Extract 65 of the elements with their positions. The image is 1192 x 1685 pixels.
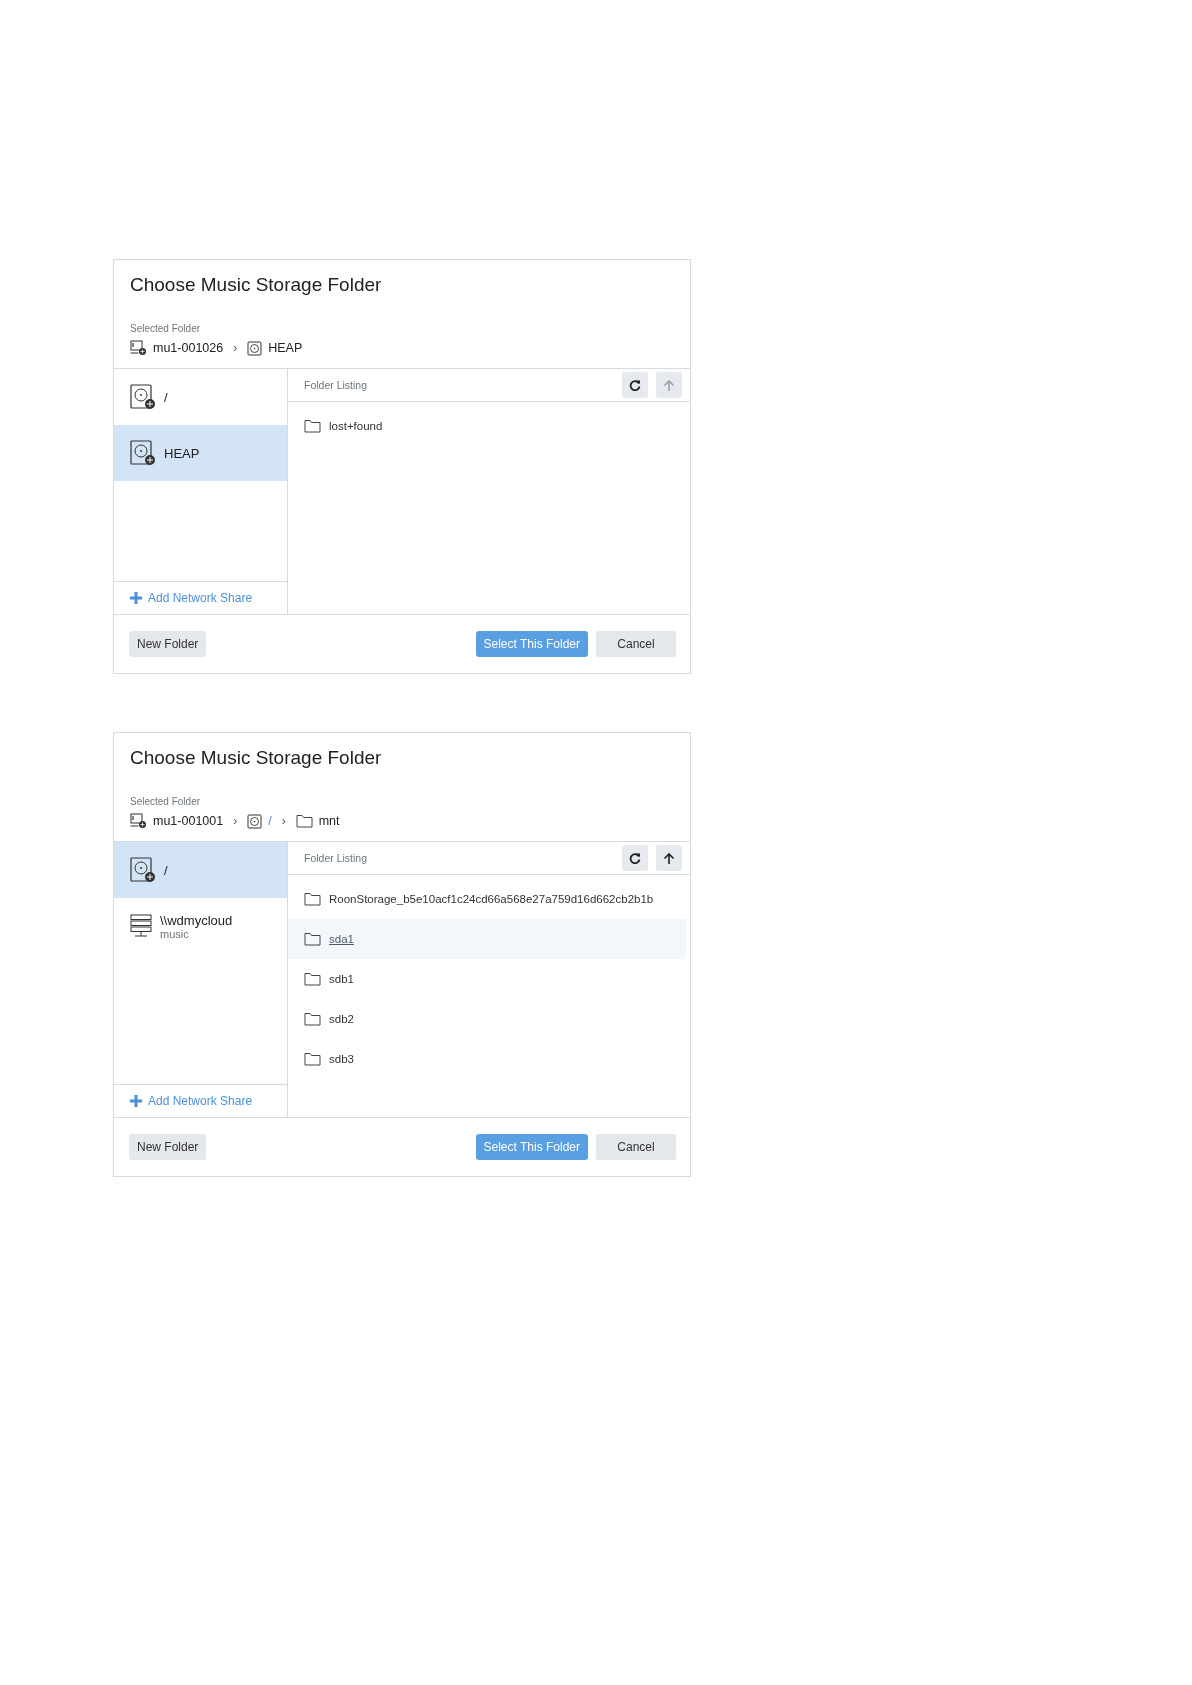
- folder-name: sdb3: [329, 1053, 354, 1065]
- folder-name: lost+found: [329, 420, 383, 432]
- folder-icon: [304, 1012, 321, 1026]
- folder-icon: [304, 1052, 321, 1066]
- folder-row[interactable]: sdb1: [288, 959, 686, 999]
- add-network-share-link[interactable]: Add Network Share: [114, 1084, 287, 1117]
- breadcrumb-item: mu1-001001: [153, 814, 224, 828]
- folder-listing-label: Folder Listing: [304, 852, 369, 864]
- drive-icon: [247, 340, 263, 356]
- source-item[interactable]: HEAP: [114, 425, 287, 481]
- folder-name: sda1: [329, 933, 354, 945]
- refresh-icon: [629, 852, 641, 864]
- folder-row[interactable]: sdb2: [288, 999, 686, 1039]
- refresh-button[interactable]: [622, 845, 648, 871]
- source-name: \\wdmycloud: [160, 912, 233, 928]
- folder-icon: [304, 892, 321, 906]
- source-item[interactable]: \\wdmycloud music: [114, 898, 287, 954]
- folder-icon: [304, 972, 321, 986]
- computer-icon: [130, 340, 147, 356]
- folder-name: sdb1: [329, 973, 354, 985]
- new-folder-button[interactable]: New Folder: [129, 631, 207, 657]
- add-network-share-link[interactable]: Add Network Share: [114, 581, 287, 614]
- drive-icon: [130, 857, 156, 883]
- drive-icon: [247, 813, 263, 829]
- folder-icon: [295, 814, 313, 828]
- folder-row[interactable]: RoonStorage_b5e10acf1c24cd66a568e27a759d16d662cb2b1b: [288, 879, 686, 919]
- source-name: /: [164, 862, 168, 878]
- up-arrow-icon: [663, 378, 675, 392]
- dialog-title: Choose Music Storage Folder: [130, 274, 383, 296]
- breadcrumb-item: mnt: [318, 814, 340, 828]
- selected-folder-label: Selected Folder: [130, 796, 202, 807]
- folder-listing-label: Folder Listing: [304, 379, 369, 391]
- source-name: /: [164, 389, 168, 405]
- drive-icon: [130, 384, 156, 410]
- source-item[interactable]: /: [114, 369, 287, 425]
- refresh-button[interactable]: [622, 372, 648, 398]
- folder-row[interactable]: sdb3: [288, 1039, 686, 1079]
- dialog-title: Choose Music Storage Folder: [130, 747, 383, 769]
- breadcrumb-item: mu1-001026: [153, 341, 224, 355]
- breadcrumb-separator: ›: [233, 341, 238, 355]
- breadcrumb-link[interactable]: /: [268, 814, 272, 828]
- source-subtitle: music: [160, 927, 189, 940]
- folder-row[interactable]: lost+found: [288, 406, 686, 446]
- folder-name: RoonStorage_b5e10acf1c24cd66a568e27a759d16d662cb2b1b: [329, 893, 654, 905]
- folder-row[interactable]: sda1: [288, 919, 686, 959]
- drive-icon: [130, 440, 156, 466]
- up-arrow-icon: [663, 851, 675, 865]
- breadcrumb-separator: ›: [233, 814, 238, 828]
- source-item[interactable]: /: [114, 842, 287, 898]
- new-folder-button[interactable]: New Folder: [129, 1134, 207, 1160]
- folder-icon: [304, 419, 321, 433]
- plus-icon: [130, 592, 142, 604]
- folder-icon: [304, 932, 321, 946]
- folder-name: sdb2: [329, 1013, 354, 1025]
- up-button[interactable]: [656, 845, 682, 871]
- server-icon: [130, 914, 152, 938]
- selected-folder-label: Selected Folder: [130, 323, 202, 334]
- computer-icon: [130, 813, 147, 829]
- refresh-icon: [629, 379, 641, 391]
- plus-icon: [130, 1095, 142, 1107]
- cancel-button[interactable]: Cancel: [596, 631, 676, 657]
- source-name: HEAP: [164, 445, 200, 461]
- breadcrumb-separator: ›: [281, 814, 286, 828]
- breadcrumb-item: HEAP: [268, 341, 303, 355]
- cancel-button[interactable]: Cancel: [596, 1134, 676, 1160]
